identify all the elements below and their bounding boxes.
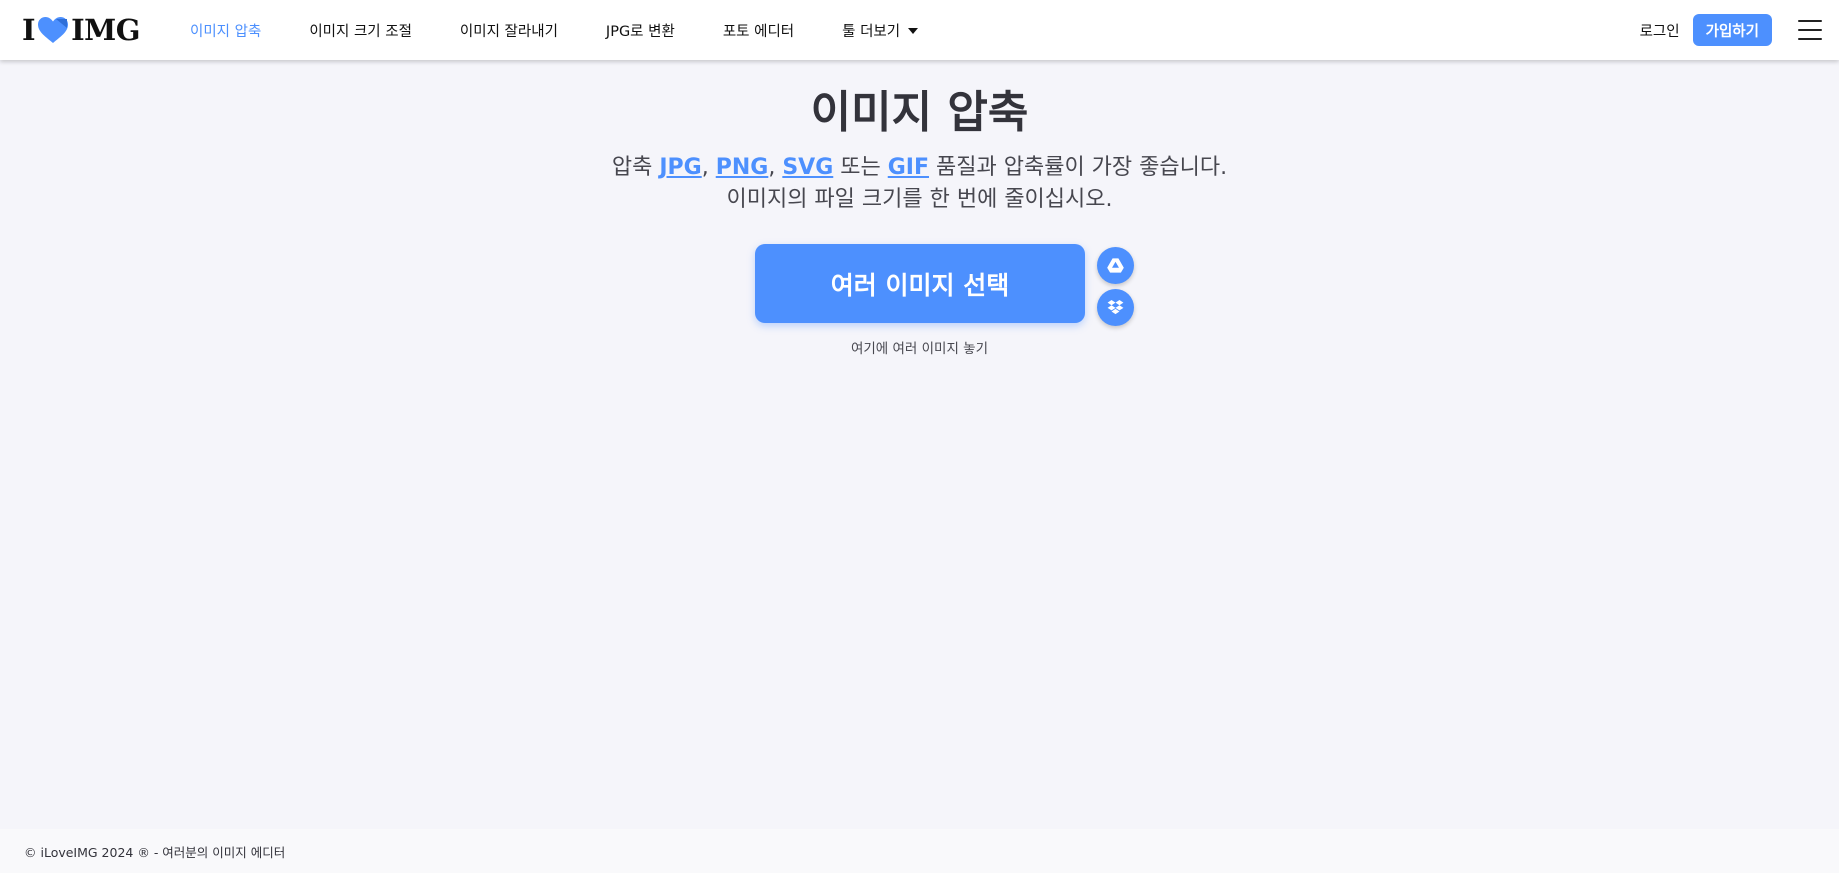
main-content: 이미지 압축 압축 JPG, PNG, SVG 또는 GIF 품질과 압축률이 … [0, 60, 1839, 357]
gif-format-link[interactable]: GIF [888, 155, 929, 180]
login-link[interactable]: 로그인 [1640, 20, 1680, 41]
page-title: 이미지 압축 [810, 87, 1029, 138]
top-header: I IMG 이미지 압축 이미지 크기 조절 이미지 잘라내기 JPG로 변환 … [0, 0, 1839, 60]
dropbox-icon [1107, 299, 1124, 315]
subtitle-suffix: 품질과 압축률이 가장 좋습니다. [929, 154, 1228, 180]
svg-format-link[interactable]: SVG [782, 155, 833, 180]
subtitle-line-2: 이미지의 파일 크기를 한 번에 줄이십시오. [726, 186, 1113, 212]
png-format-link[interactable]: PNG [716, 155, 769, 180]
menu-bar [1798, 29, 1822, 31]
subtitle-line-1: 압축 JPG, PNG, SVG 또는 GIF 품질과 압축률이 가장 좋습니다… [0, 152, 1839, 184]
main-nav: 이미지 압축 이미지 크기 조절 이미지 잘라내기 JPG로 변환 포토 에디터… [190, 0, 966, 60]
nav-item-resize-image[interactable]: 이미지 크기 조절 [309, 20, 412, 41]
chevron-down-icon [908, 27, 919, 34]
subtitle-separator: , [701, 154, 716, 180]
nav-item-more-tools[interactable]: 툴 더보기 [842, 20, 919, 41]
more-tools-label: 툴 더보기 [842, 23, 901, 40]
jpg-format-link[interactable]: JPG [659, 155, 701, 180]
subtitle-separator: , [768, 154, 783, 180]
google-drive-button[interactable] [1097, 247, 1134, 284]
subtitle-separator: 또는 [833, 154, 888, 180]
footer-copyright: © iLoveIMG 2024 ® - 여러분의 이미지 에디터 [24, 844, 286, 860]
logo-text-left: I [22, 13, 36, 47]
iloveimg-logo[interactable]: I IMG [22, 13, 141, 47]
subtitle-prefix: 압축 [611, 154, 660, 180]
page-footer: © iLoveIMG 2024 ® - 여러분의 이미지 에디터 [0, 829, 1839, 873]
nav-item-compress-image[interactable]: 이미지 압축 [190, 20, 261, 41]
heart-logo-icon [38, 17, 69, 43]
hamburger-menu-icon[interactable] [1798, 20, 1822, 40]
drop-hint-text: 여기에 여러 이미지 놓기 [850, 341, 989, 357]
nav-item-photo-editor[interactable]: 포토 에디터 [723, 20, 794, 41]
google-drive-icon [1107, 258, 1124, 273]
menu-bar [1798, 38, 1822, 40]
logo-text-right: IMG [71, 13, 141, 47]
upload-area: 여러 이미지 선택 [755, 244, 1135, 326]
menu-bar [1798, 20, 1822, 22]
select-images-button[interactable]: 여러 이미지 선택 [755, 244, 1085, 323]
nav-item-crop-image[interactable]: 이미지 잘라내기 [460, 20, 558, 41]
header-actions: 로그인 가입하기 [1640, 0, 1839, 60]
nav-item-convert-to-jpg[interactable]: JPG로 변환 [606, 20, 675, 41]
signup-button[interactable]: 가입하기 [1692, 14, 1772, 46]
page-subtitle: 압축 JPG, PNG, SVG 또는 GIF 품질과 압축률이 가장 좋습니다… [0, 152, 1839, 216]
dropbox-button[interactable] [1097, 289, 1134, 326]
